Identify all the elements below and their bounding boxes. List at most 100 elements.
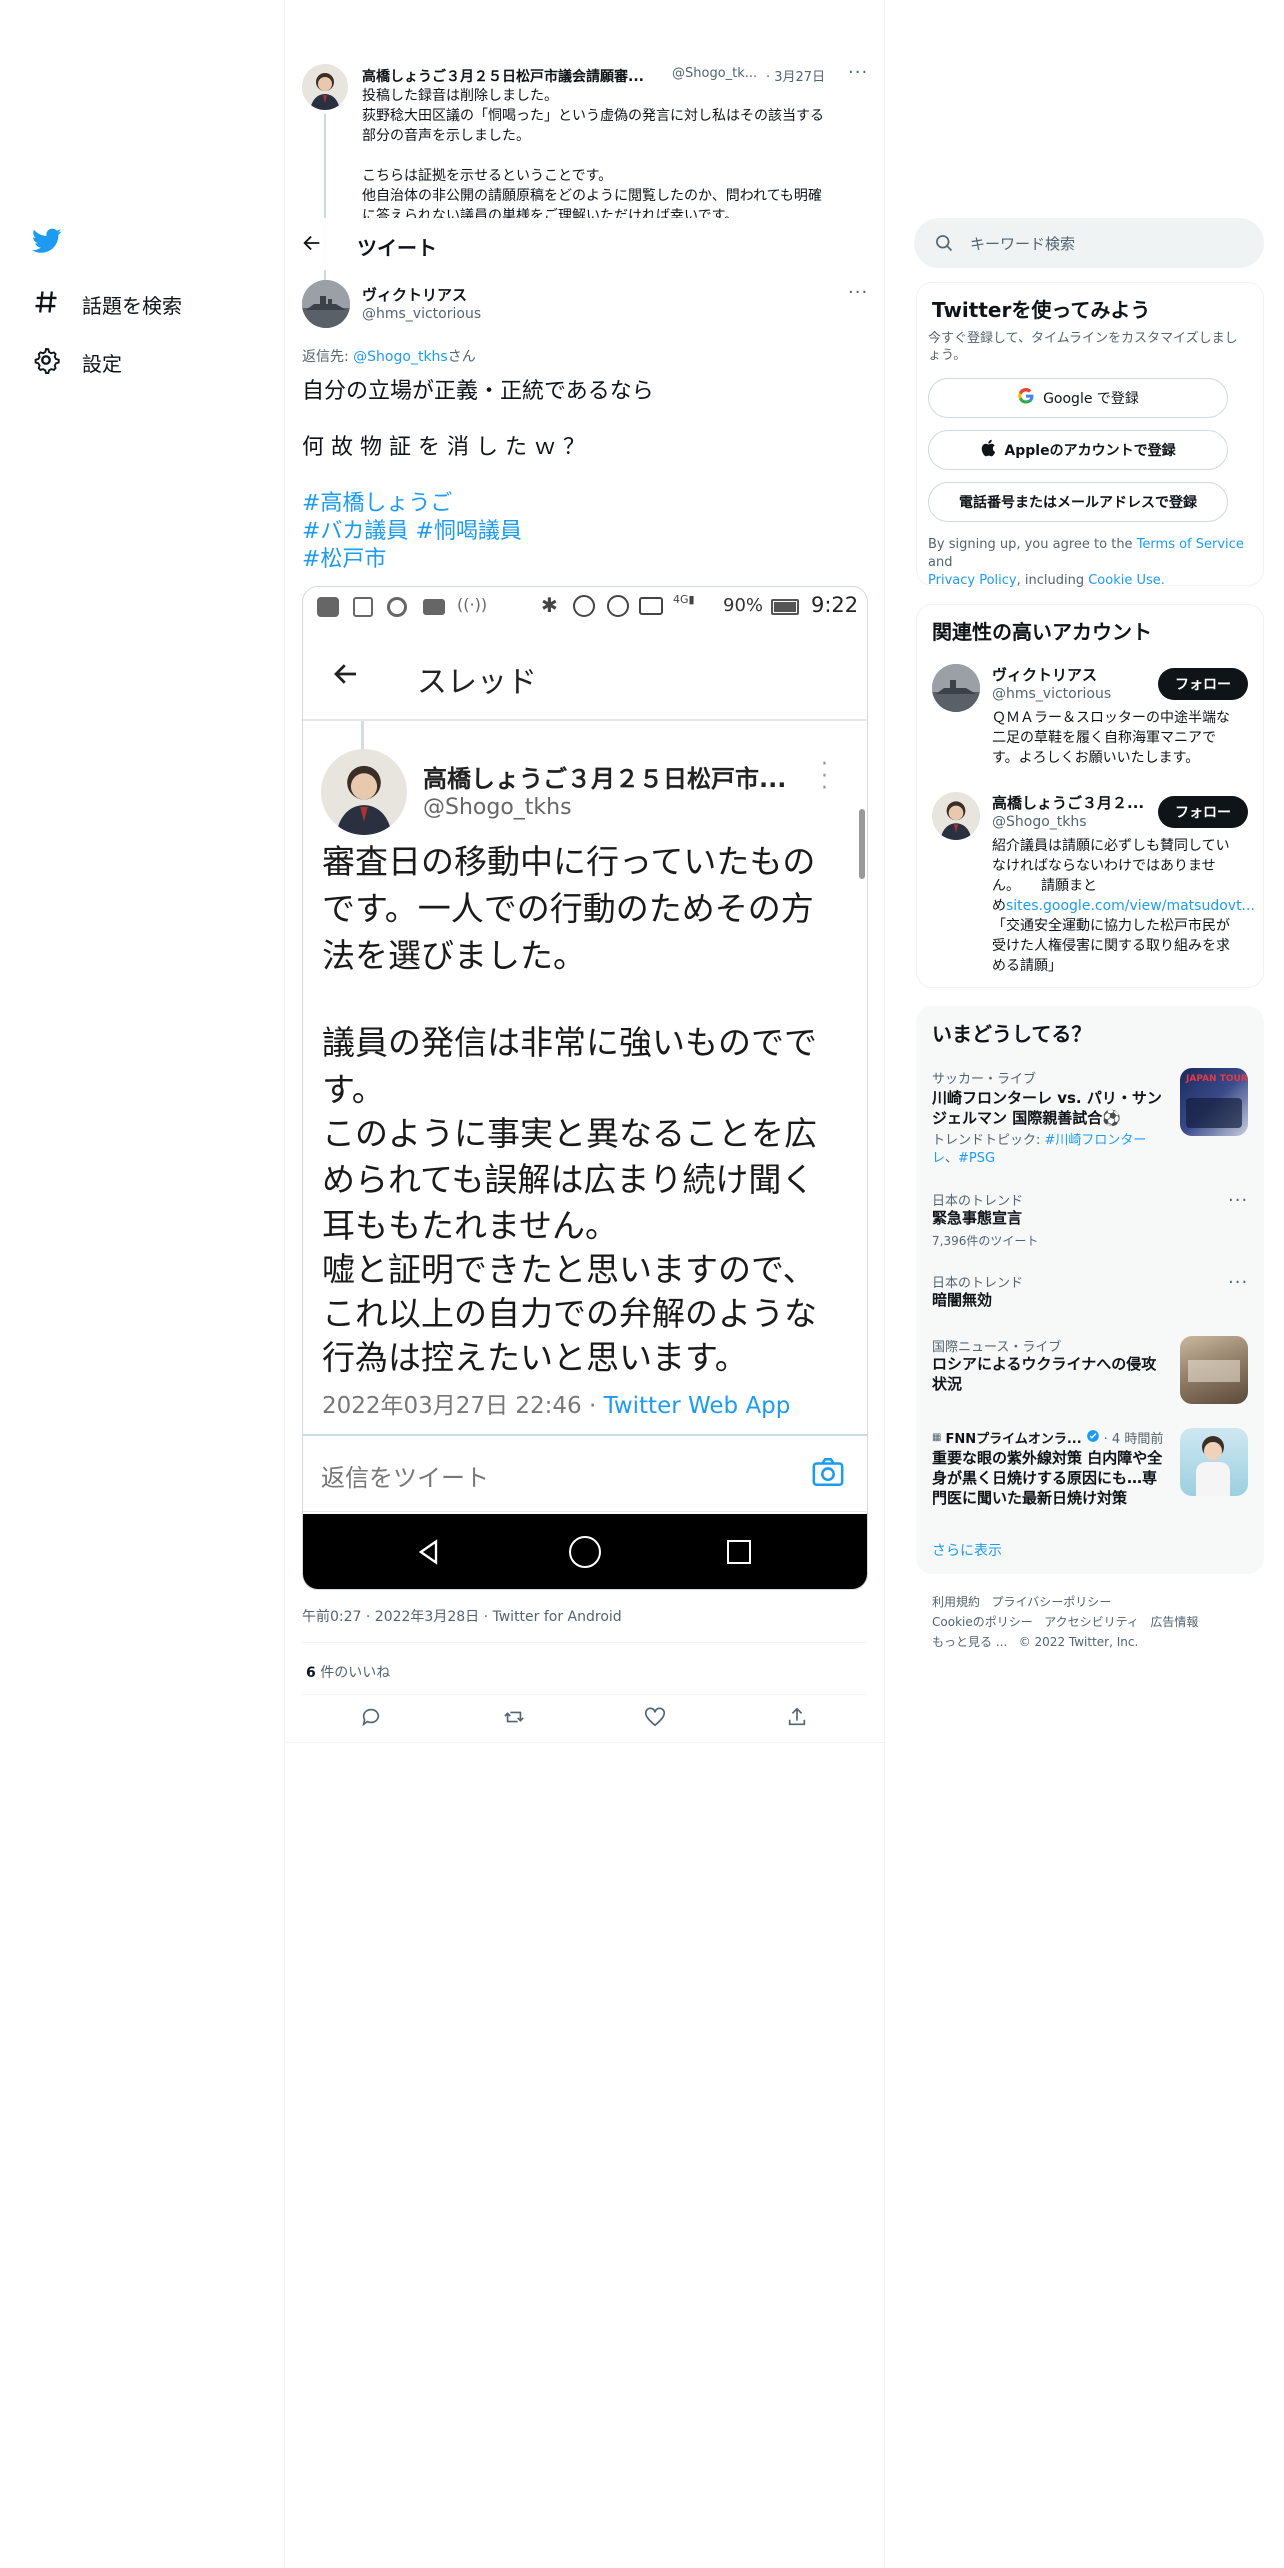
tweet-line: こちらは証拠を示せるということです。 <box>362 168 613 184</box>
hashtag-link[interactable]: #恫喝議員 <box>415 519 521 544</box>
reply-to: 返信先: @Shogo_tkhsさん <box>302 346 476 366</box>
footer-link[interactable]: 利用規約 <box>932 1595 980 1609</box>
trend-thumbnail[interactable]: JAPAN TOUR <box>1180 1068 1248 1136</box>
trend-title[interactable]: 暗闇無効 <box>932 1290 992 1310</box>
tweet-line: に答えられない議員の巣様をご理解いただければ幸いです。 <box>362 208 739 218</box>
google-signup-button[interactable]: Google で登録 <box>928 378 1228 418</box>
account-name[interactable]: ヴィクトリアス <box>992 664 1097 685</box>
thread-title: スレッド <box>417 665 537 700</box>
bio-line: 二足の草鞋を履く自称海軍マニアで <box>992 730 1216 746</box>
nav-settings[interactable]: 設定 <box>32 346 122 379</box>
tweet-text-line: 自分の立場が正義・正統であるなら <box>302 379 654 404</box>
topic-link[interactable]: #PSG <box>958 1151 995 1166</box>
reply-to-link[interactable]: @Shogo_tkhs <box>353 349 448 365</box>
trend-title[interactable]: 門医に聞いた最新日焼け対策 <box>932 1488 1127 1508</box>
apple-signup-button[interactable]: Appleのアカウントで登録 <box>928 430 1228 470</box>
bio-line: 受けた人権侵害に関する取り組みを求 <box>992 938 1230 954</box>
likes-label: 件のいいね <box>315 1665 391 1681</box>
author-handle[interactable]: @hms_victorious <box>362 306 481 322</box>
follow-button[interactable]: フォロー <box>1158 796 1248 828</box>
trend-category: 日本のトレンド <box>932 1194 1024 1209</box>
topic-sep: 、 <box>945 1151 959 1166</box>
app-icon <box>423 599 445 615</box>
trend-title[interactable]: ロシアによるウクライナへの侵攻 <box>932 1354 1156 1374</box>
more-icon[interactable]: ··· <box>848 62 868 83</box>
avatar[interactable] <box>932 792 980 840</box>
privacy-link[interactable]: Privacy Policy <box>928 573 1017 588</box>
trend-title[interactable]: 身が黒く日焼けする原因にも…専 <box>932 1468 1157 1488</box>
topic-link[interactable]: レ <box>932 1151 945 1166</box>
terms-link[interactable]: Terms of Service <box>1137 537 1244 552</box>
parent-tweet-text: 投稿した録音は削除しました。 荻野稔大田区議の「恫喝った」という虚偽の発言に対し… <box>362 86 862 218</box>
twitter-logo-icon[interactable] <box>31 228 62 258</box>
trend-thumbnail[interactable] <box>1180 1336 1248 1404</box>
recents-square-icon <box>727 1540 751 1564</box>
nav-explore-label: 話題を検索 <box>82 294 182 318</box>
cookie-link[interactable]: Cookie Use. <box>1088 573 1165 588</box>
tweet-date[interactable]: · 3月27日 <box>766 66 825 85</box>
footer-link[interactable]: アクセシビリティ <box>1044 1615 1139 1629</box>
trend-title[interactable]: 川崎フロンターレ vs. パリ・サン <box>932 1088 1162 1108</box>
trend-title[interactable]: 重要な眼の紫外線対策 白内障や全 <box>932 1448 1162 1468</box>
tweet-line: 荻野稔大田区議の「恫喝った」という虚偽の発言に対し私はその該当する <box>362 108 824 124</box>
back-arrow-icon[interactable] <box>331 659 361 693</box>
bio-line: 紹介議員は請願に必ずしも賛同してい <box>992 838 1230 854</box>
trend-source[interactable]: FNNプライムオンラ... <box>945 1428 1081 1447</box>
terms-text: and <box>928 555 953 570</box>
phone-email-signup-button[interactable]: 電話番号またはメールアドレスで登録 <box>928 482 1228 522</box>
likes-count[interactable]: 6 件のいいね <box>306 1662 390 1682</box>
trend-title[interactable]: 緊急事態宣言 <box>932 1208 1022 1228</box>
battery-icon <box>771 599 799 615</box>
trend-thumbnail[interactable] <box>1180 1428 1248 1496</box>
screenshot-reply-bar: 返信をツイート <box>303 1436 867 1512</box>
author-name[interactable]: 高橋しょうご３月２５日松戸市議会請願審... <box>362 66 644 86</box>
author-handle[interactable]: @Shogo_tk... <box>672 66 757 81</box>
author-name[interactable]: ヴィクトリアス <box>362 284 467 305</box>
author-handle: @Shogo_tkhs <box>423 795 572 820</box>
footer-link[interactable]: プライバシーポリシー <box>991 1595 1111 1609</box>
share-icon[interactable] <box>786 1706 812 1732</box>
camera-icon <box>811 1456 845 1492</box>
search-icon <box>934 233 954 257</box>
trend-title[interactable]: 状況 <box>932 1374 962 1394</box>
bio-text: め <box>992 898 1006 914</box>
topic-link[interactable]: #川崎フロンター <box>1045 1133 1147 1148</box>
retweet-icon[interactable] <box>502 1706 528 1732</box>
search-box[interactable]: キーワード検索 <box>914 218 1264 268</box>
chrome-icon <box>387 597 407 617</box>
trend-category: サッカー・ライブ <box>932 1072 1037 1087</box>
more-icon[interactable]: ··· <box>1228 1190 1248 1211</box>
bio-link[interactable]: sites.google.com/view/matsudovt... <box>1006 898 1255 914</box>
avatar[interactable] <box>302 280 350 328</box>
apple-signup-label: Appleのアカウントで登録 <box>1004 443 1176 459</box>
show-more-link[interactable]: さらに表示 <box>932 1540 1002 1560</box>
account-name[interactable]: 高橋しょうご３月２... <box>992 792 1144 813</box>
tweet-line: 投稿した録音は削除しました。 <box>362 88 558 104</box>
footer-link[interactable]: もっと見る ... <box>932 1635 1007 1649</box>
follow-button[interactable]: フォロー <box>1158 668 1248 700</box>
avatar[interactable] <box>932 664 980 712</box>
like-heart-icon[interactable] <box>644 1706 670 1732</box>
footer-link[interactable]: Cookieのポリシー <box>932 1615 1033 1629</box>
footer-link[interactable]: 広告情報 <box>1150 1615 1198 1629</box>
more-icon[interactable]: ··· <box>1228 1272 1248 1293</box>
tweet-meta[interactable]: 午前0:27 · 2022年3月28日 · Twitter for Androi… <box>302 1606 622 1626</box>
account-handle[interactable]: @hms_victorious <box>992 686 1111 702</box>
more-icon[interactable]: ··· <box>848 282 868 303</box>
hashtag-link[interactable]: #松戸市 <box>302 546 386 574</box>
hashtag-link[interactable]: #バカ議員 <box>302 519 408 544</box>
trend-time: · 4 時間前 <box>1103 1432 1164 1447</box>
trend-title[interactable]: ジェルマン 国際親善試合⚽ <box>932 1108 1121 1128</box>
hashtag-link[interactable]: #高橋しょうご <box>302 490 452 518</box>
trends-title: いまどうしてる？ <box>932 1022 1092 1046</box>
back-arrow-icon[interactable] <box>301 232 323 258</box>
search-input[interactable]: キーワード検索 <box>970 233 1075 254</box>
battery-percent: 90% <box>723 595 764 616</box>
topic-prefix: トレンドトピック: <box>932 1133 1045 1148</box>
google-icon <box>1017 387 1035 409</box>
nav-explore[interactable]: 話題を検索 <box>32 288 182 321</box>
screenshot-timestamp: 2022年03月27日 22:46 · Twitter Web App <box>322 1386 790 1420</box>
account-handle[interactable]: @Shogo_tkhs <box>992 814 1087 830</box>
avatar[interactable] <box>302 64 348 110</box>
reply-icon[interactable] <box>360 1706 386 1732</box>
